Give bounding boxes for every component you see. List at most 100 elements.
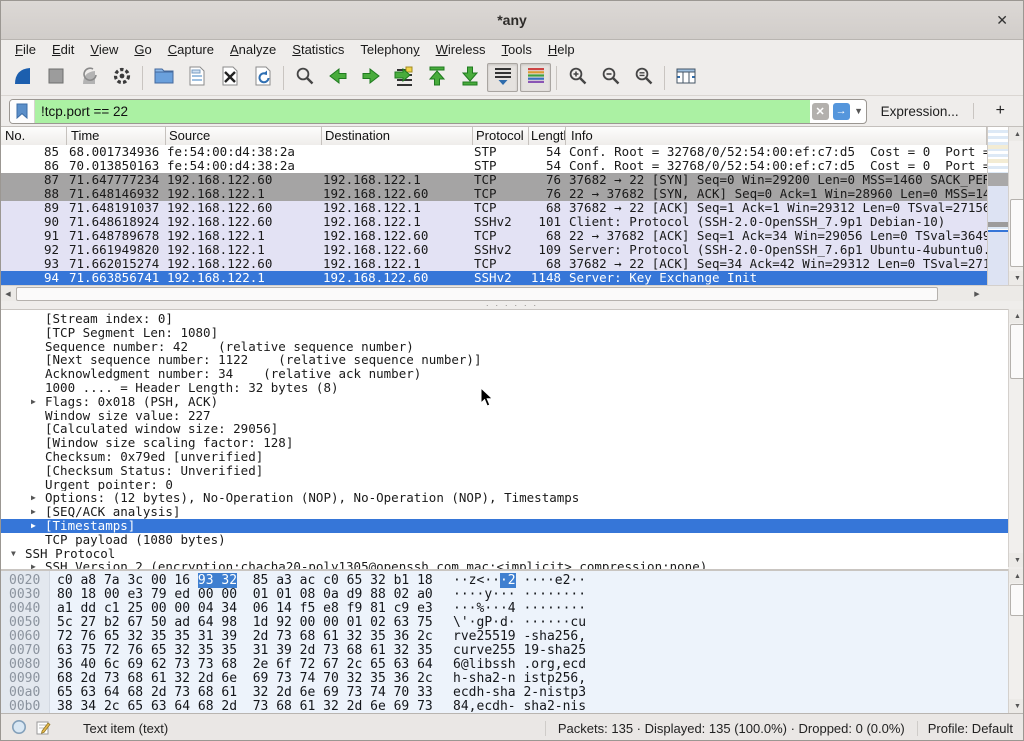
hex-byte[interactable]: 00 — [104, 587, 120, 602]
hex-byte[interactable]: 73 — [276, 629, 292, 644]
hex-byte[interactable]: 32 — [347, 671, 363, 686]
hex-ascii-char[interactable]: - — [555, 699, 563, 714]
menu-item-go[interactable]: Go — [126, 41, 159, 59]
detail-line[interactable]: ▶Flags: 0x018 (PSH, ACK) — [1, 395, 1008, 409]
hex-ascii-char[interactable]: 2 — [492, 671, 500, 686]
packet-row[interactable]: 9471.663856741192.168.122.1192.168.122.6… — [1, 271, 987, 285]
hex-byte[interactable]: 31 — [253, 643, 269, 658]
detail-line[interactable]: Checksum: 0x79ed [unverified] — [1, 450, 1008, 464]
hex-ascii-char[interactable]: s — [531, 671, 539, 686]
hex-byte[interactable]: 85 — [253, 573, 269, 588]
hex-byte[interactable]: 32 — [174, 643, 190, 658]
hex-byte[interactable]: 64 — [417, 657, 433, 672]
hex-ascii-char[interactable]: v — [461, 629, 469, 644]
hex-byte[interactable]: 73 — [104, 671, 120, 686]
hex-ascii-char[interactable]: - — [461, 671, 469, 686]
expression-button[interactable]: Expression... — [881, 104, 959, 119]
hex-ascii-char[interactable]: · — [539, 601, 547, 616]
display-filter-input[interactable] — [35, 100, 810, 123]
add-filter-button[interactable]: + — [986, 102, 1015, 120]
zoom-in-button[interactable] — [562, 63, 593, 92]
hex-byte[interactable]: 63 — [394, 615, 410, 630]
hex-bytes[interactable]: 72 76 65 32 35 35 31 39 2d 73 68 61 32 3… — [57, 630, 433, 644]
scroll-right-icon[interactable]: ▶ — [970, 286, 984, 302]
hex-byte[interactable]: c0 — [323, 573, 339, 588]
packet-row[interactable]: 9071.648618924192.168.122.60192.168.122.… — [1, 215, 987, 229]
hex-ascii-char[interactable]: ' — [461, 615, 469, 630]
hex-ascii-char[interactable]: · — [500, 601, 508, 616]
hex-ascii-char[interactable]: h — [500, 699, 508, 714]
hex-byte[interactable]: 08 — [300, 587, 316, 602]
hex-bytes[interactable]: 68 2d 73 68 61 32 2d 6e 69 73 74 70 32 3… — [57, 672, 433, 686]
hex-ascii-char[interactable]: 6 — [453, 657, 461, 672]
packet-list-minimap[interactable] — [987, 127, 1009, 285]
hex-byte[interactable]: 00 — [323, 615, 339, 630]
hex-ascii-char[interactable]: · — [539, 587, 547, 602]
detail-line[interactable]: 1000 .... = Header Length: 32 bytes (8) — [1, 381, 1008, 395]
hex-ascii-char[interactable]: s — [492, 657, 500, 672]
hex-byte[interactable]: e3 — [417, 601, 433, 616]
hex-ascii-char[interactable]: d — [492, 699, 500, 714]
hex-byte[interactable]: 35 — [417, 643, 433, 658]
hex-ascii-char[interactable]: c — [453, 643, 461, 658]
hex-ascii-char[interactable]: s — [547, 643, 555, 658]
hex-byte[interactable]: 65 — [347, 573, 363, 588]
hex-ascii-char[interactable]: t — [539, 671, 547, 686]
go-forward-button[interactable] — [355, 63, 386, 92]
menu-item-file[interactable]: File — [7, 41, 44, 59]
scroll-down-icon[interactable]: ▼ — [1009, 271, 1024, 285]
hex-ascii-char[interactable]: n — [539, 685, 547, 700]
detail-line[interactable]: [Calculated window size: 29056] — [1, 422, 1008, 436]
capture-comment-icon[interactable] — [35, 719, 51, 739]
hex-byte[interactable]: 32 — [253, 685, 269, 700]
hex-row[interactable]: 0020c0 a8 7a 3c 00 16 93 32 85 a3 ac c0 … — [1, 574, 1008, 588]
hex-byte[interactable]: 34 — [80, 699, 96, 714]
hex-ascii-char[interactable]: 2 — [508, 573, 516, 588]
packet-row[interactable]: 8568.001734936fe:54:00:d4:38:2aSTP54Conf… — [1, 145, 987, 159]
hex-byte[interactable]: f5 — [300, 601, 316, 616]
hex-ascii-char[interactable]: · — [539, 573, 547, 588]
hex-ascii-char[interactable]: · — [555, 601, 563, 616]
hex-ascii-char[interactable]: s — [555, 685, 563, 700]
hex-byte[interactable]: 1d — [253, 615, 269, 630]
hex-ascii-char[interactable]: u — [578, 615, 586, 630]
hex-row[interactable]: 007063 75 72 76 65 32 35 35 31 39 2d 73 … — [1, 644, 1008, 658]
scroll-thumb[interactable] — [1010, 324, 1024, 379]
hex-byte[interactable]: 00 — [221, 587, 237, 602]
hex-ascii-char[interactable]: · — [453, 601, 461, 616]
hex-ascii-char[interactable]: a — [484, 671, 492, 686]
hex-byte[interactable]: ac — [300, 573, 316, 588]
detail-line[interactable]: ▶[Timestamps] — [1, 519, 1008, 533]
hex-byte[interactable]: 63 — [151, 699, 167, 714]
hex-ascii-char[interactable]: h — [500, 685, 508, 700]
hex-byte[interactable]: 3c — [127, 573, 143, 588]
hex-ascii-char[interactable]: y — [484, 587, 492, 602]
hex-byte[interactable]: 61 — [300, 699, 316, 714]
hex-ascii-char[interactable]: - — [508, 699, 516, 714]
hex-ascii[interactable]: 6@libssh .org,ecd — [453, 658, 586, 672]
hex-byte[interactable]: 76 — [127, 643, 143, 658]
close-window-button[interactable]: ✕ — [987, 1, 1017, 39]
hex-byte[interactable]: 50 — [151, 615, 167, 630]
hex-ascii-char[interactable]: 5 — [508, 643, 516, 658]
hex-ascii-char[interactable]: h — [508, 657, 516, 672]
hex-byte[interactable]: ad — [174, 615, 190, 630]
hex-row[interactable]: 003080 18 00 e3 79 ed 00 00 01 01 08 0a … — [1, 588, 1008, 602]
hex-byte[interactable]: 32 — [174, 671, 190, 686]
open-file-button[interactable] — [148, 63, 179, 92]
menu-item-statistics[interactable]: Statistics — [284, 41, 352, 59]
hex-byte[interactable]: 61 — [370, 643, 386, 658]
hex-byte[interactable]: 35 — [174, 629, 190, 644]
hex-byte[interactable]: 2d — [347, 699, 363, 714]
hex-byte[interactable]: 34 — [221, 601, 237, 616]
hex-byte[interactable]: 68 — [198, 685, 214, 700]
scroll-down-icon[interactable]: ▼ — [1009, 553, 1024, 567]
detail-line[interactable]: Acknowledgment number: 34 (relative ack … — [1, 367, 1008, 381]
hex-byte[interactable]: 35 — [151, 629, 167, 644]
hex-byte[interactable]: 98 — [221, 615, 237, 630]
column-header-time[interactable]: Time — [67, 127, 166, 145]
detail-line[interactable]: [Stream index: 0] — [1, 312, 1008, 326]
packet-row[interactable]: 9371.662015274192.168.122.60192.168.122.… — [1, 257, 987, 271]
filter-clear-button[interactable]: ✕ — [812, 103, 829, 120]
hex-ascii-char[interactable]: · — [531, 601, 539, 616]
